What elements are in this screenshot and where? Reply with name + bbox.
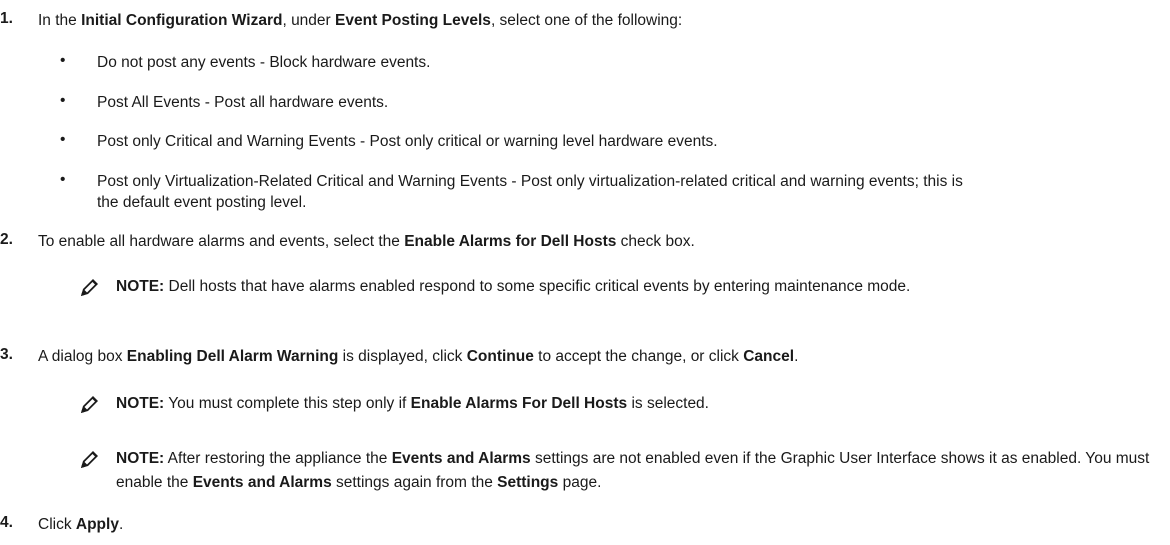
note-text: NOTE: After restoring the appliance the … <box>116 450 1150 491</box>
note-text: NOTE: Dell hosts that have alarms enable… <box>116 278 911 295</box>
step-text: To enable all hardware alarms and events… <box>38 233 695 250</box>
list-item-text: Do not post any events - Block hardware … <box>97 54 431 71</box>
note-pencil-icon <box>81 451 98 468</box>
step-text: Click Apply. <box>38 516 124 533</box>
list-item-text: Post All Events - Post all hardware even… <box>97 94 389 111</box>
step-text: In the Initial Configuration Wizard, und… <box>38 12 683 29</box>
bullet-icon: • <box>60 171 66 188</box>
bullet-icon: • <box>60 52 66 69</box>
step-number: 3. <box>0 346 13 363</box>
note-text: NOTE: You must complete this step only i… <box>116 395 709 412</box>
step-number: 4. <box>0 514 13 531</box>
list-item-text: Post only Critical and Warning Events - … <box>97 133 718 150</box>
bullet-icon: • <box>60 92 66 109</box>
step-number: 1. <box>0 10 13 27</box>
list-item-text: Post only Virtualization-Related Critica… <box>97 173 963 211</box>
bullet-icon: • <box>60 131 66 148</box>
step-number: 2. <box>0 231 13 248</box>
note-pencil-icon <box>81 396 98 413</box>
note-pencil-icon <box>78 275 102 299</box>
step-text: A dialog box Enabling Dell Alarm Warning… <box>38 348 799 365</box>
